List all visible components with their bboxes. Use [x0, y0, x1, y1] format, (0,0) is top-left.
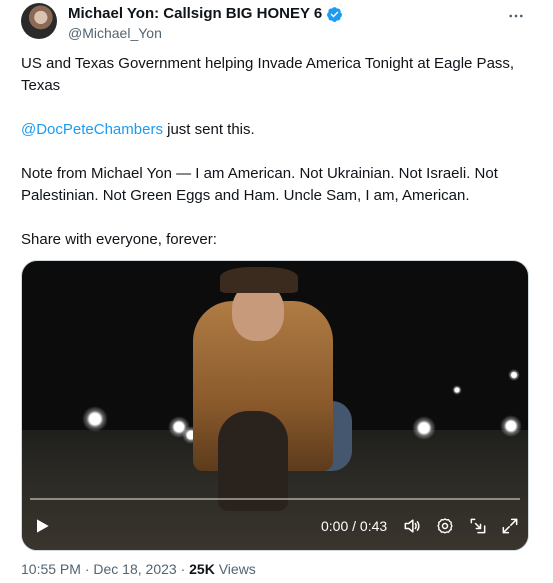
- pip-icon[interactable]: [468, 516, 488, 536]
- avatar[interactable]: [21, 3, 57, 39]
- mention-suffix: just sent this.: [162, 121, 255, 138]
- meta-separator: ·: [80, 561, 94, 577]
- meta-separator: ·: [176, 561, 190, 577]
- tweet-line-1: US and Texas Government helping Invade A…: [21, 55, 515, 94]
- more-horizontal-icon[interactable]: [505, 5, 527, 27]
- tweet-header: Michael Yon: Callsign BIG HONEY 6 @Micha…: [21, 3, 531, 45]
- tweet-note: Note from Michael Yon — I am American. N…: [21, 165, 498, 204]
- play-icon[interactable]: [32, 516, 52, 536]
- tweet-meta: 10:55 PM · Dec 18, 2023 · 25K Views: [21, 561, 256, 578]
- video-dog: [218, 411, 288, 511]
- author-handle[interactable]: @Michael_Yon: [68, 24, 343, 42]
- video-progress-bar[interactable]: [30, 498, 520, 500]
- video-light: [412, 416, 436, 440]
- more-dots-icon: [509, 14, 523, 18]
- tweet-text: US and Texas Government helping Invade A…: [21, 53, 533, 273]
- views-count: 25K: [189, 561, 215, 577]
- mention-link[interactable]: @DocPeteChambers: [21, 121, 163, 138]
- settings-icon[interactable]: [435, 516, 455, 536]
- display-name-text: Michael Yon: Callsign BIG HONEY 6: [68, 5, 323, 22]
- video-time: 0:00 / 0:43: [321, 518, 388, 534]
- author-display-name[interactable]: Michael Yon: Callsign BIG HONEY 6: [68, 5, 343, 23]
- views-label: Views: [214, 561, 256, 577]
- video-person-hat: [220, 267, 298, 293]
- tweet-share-line: Share with everyone, forever:: [21, 231, 217, 248]
- video-light: [82, 406, 108, 432]
- tweet: Michael Yon: Callsign BIG HONEY 6 @Micha…: [0, 0, 553, 583]
- video-light: [500, 415, 522, 437]
- video-light: [508, 369, 520, 381]
- author-names[interactable]: Michael Yon: Callsign BIG HONEY 6 @Micha…: [68, 5, 343, 42]
- tweet-mention-line: @DocPeteChambers just sent this.: [21, 119, 533, 141]
- video-controls: 0:00 / 0:43: [22, 502, 528, 550]
- fullscreen-icon[interactable]: [500, 516, 520, 536]
- tweet-date[interactable]: Dec 18, 2023: [93, 561, 176, 577]
- video-light: [452, 385, 462, 395]
- verified-badge-icon: [327, 6, 343, 22]
- volume-icon[interactable]: [402, 516, 422, 536]
- tweet-time[interactable]: 10:55 PM: [21, 561, 81, 577]
- video-player[interactable]: 0:00 / 0:43: [21, 260, 529, 551]
